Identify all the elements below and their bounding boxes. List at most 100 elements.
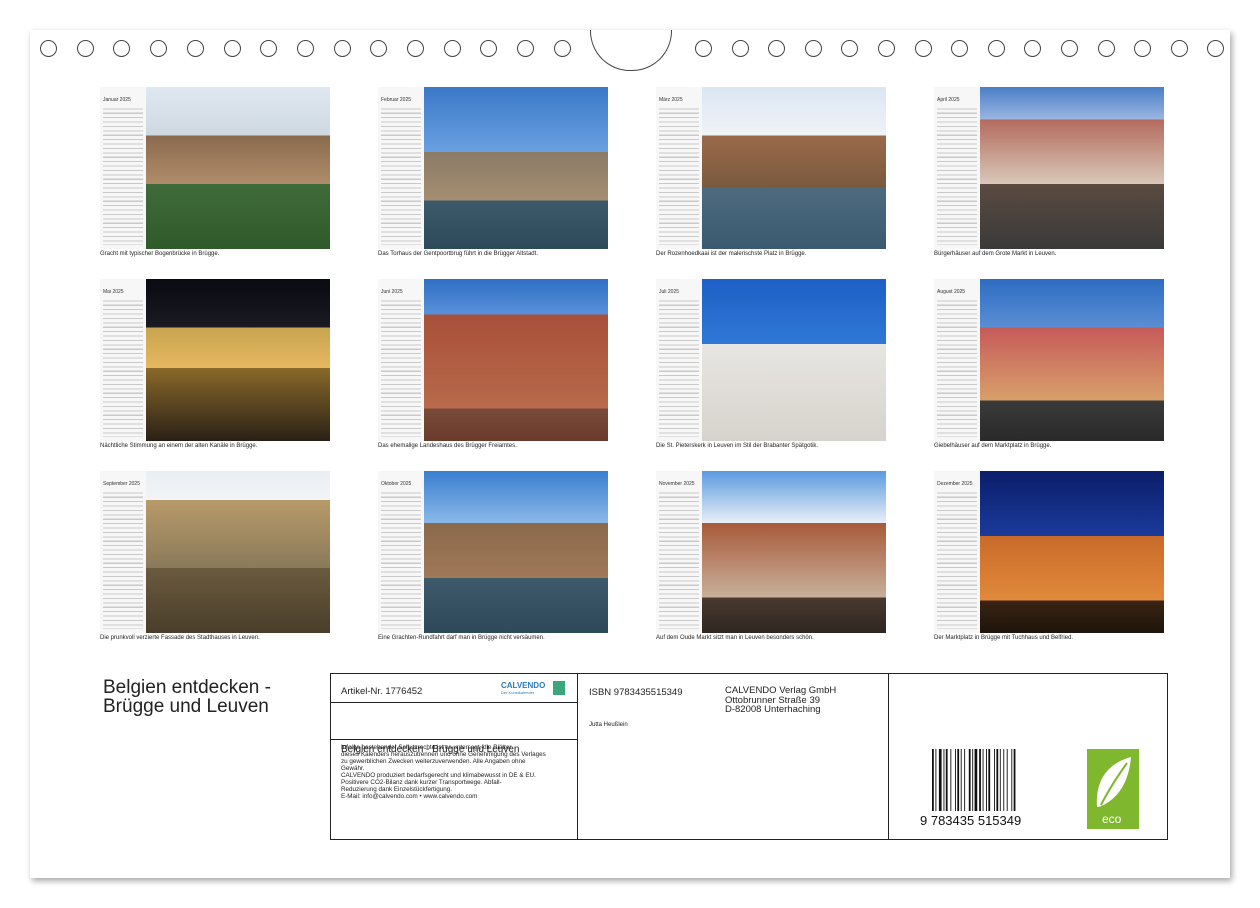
subtitle-row: Belgien entdecken - Brügge und Leuven [331,703,577,755]
barcode-bar [982,749,984,811]
month-label: Juli 2025 [659,289,680,295]
month-planner: Mai 2025 [100,279,146,441]
month-planner: November 2025 [656,471,702,633]
author-name: Jutta Heußlein [589,722,628,728]
imprint-left-column: Artikel-Nr. 1776452 CALVENDO Der Kunstka… [331,674,578,839]
binding-ring [695,40,712,57]
binding-ring [841,40,859,57]
barcode-bar [996,749,999,811]
month-label: Januar 2025 [103,97,131,103]
isbn-barcode: 9 783435 515349 [920,749,1021,827]
month-photo [980,471,1164,633]
month-photo [146,87,330,249]
imprint-box: Artikel-Nr. 1776452 CALVENDO Der Kunstka… [330,673,1168,840]
binding-ring [113,40,131,57]
photo-caption: Das Torhaus der Gentpoortbrug führt in d… [378,251,538,257]
barcode-bar [1013,749,1016,811]
binding-ring [260,40,278,57]
barcode-bar [974,749,978,811]
binding-ring [951,40,969,57]
legal-line: E-Mail: info@calvendo.com • www.calvendo… [341,793,478,800]
month-tile: Februar 2025 [378,87,608,249]
photo-caption: Eine Grachten-Rundfahrt darf man in Brüg… [378,635,545,641]
day-lines [103,297,143,437]
binding-ring [1207,40,1225,57]
month-tile: Juli 2025 [656,279,886,441]
legal-line: CALVENDO produziert bedarfsgerecht und k… [341,772,536,779]
month-planner: April 2025 [934,87,980,249]
binding-ring [76,40,94,57]
month-label: Oktober 2025 [381,481,412,487]
barcode-bar [945,749,948,811]
month-planner: März 2025 [656,87,702,249]
photo-caption: Gracht mit typischer Bogenbrücke in Brüg… [100,251,220,257]
calvendo-logo: CALVENDO [501,681,546,690]
binding-ring [443,40,461,57]
month-label: April 2025 [937,97,960,103]
photo-caption: Giebelhäuser auf dem Marktplatz in Brügg… [934,443,1052,449]
binding-ring [186,40,204,57]
month-photo [980,279,1164,441]
month-photo [702,279,886,441]
day-lines [381,297,421,437]
photo-caption: Nächtliche Stimmung an einem der alten K… [100,443,258,449]
imprint-right-column: 9 783435 515349 eco [890,674,1167,839]
month-planner: September 2025 [100,471,146,633]
article-row: Artikel-Nr. 1776452 CALVENDO Der Kunstka… [331,674,577,703]
month-photo [980,87,1164,249]
photo-caption: Der Marktplatz in Brügge mit Tuchhaus un… [934,635,1074,641]
day-lines [381,105,421,245]
month-label: Dezember 2025 [937,481,973,487]
month-photo [146,279,330,441]
day-lines [937,489,977,629]
month-photo [146,471,330,633]
legal-line: Reduzierung dank Einzelstückfertigung. [341,786,452,793]
publisher-address: CALVENDO Verlag GmbH Ottobrunner Straße 3… [725,686,836,715]
month-planner: Januar 2025 [100,87,146,249]
barcode-digits: 9 783435 515349 [920,813,1021,827]
month-tile: November 2025 [656,471,886,633]
photo-caption: Der Rozenhoedkaai ist der malerischste P… [656,251,807,257]
month-tile: August 2025 [934,279,1164,441]
binding-ring [804,40,822,57]
month-tile: März 2025 [656,87,886,249]
calendar-title: Belgien entdecken - Brügge und Leuven [103,678,271,716]
title-line-1: Belgien entdecken - [103,677,271,698]
photo-caption: Bürgerhäuser auf dem Grote Markt in Leuv… [934,251,1057,257]
barcode-bar [999,749,1001,811]
publisher-line: D-82008 Unterhaching [725,704,821,715]
binding-ring [370,40,388,57]
month-label: Juni 2025 [381,289,403,295]
calvendo-logo-mark [553,681,565,695]
day-lines [103,489,143,629]
hanger-notch [590,30,672,71]
month-planner: Dezember 2025 [934,471,980,633]
month-tile: September 2025 [100,471,330,633]
binding-ring [296,40,314,57]
title-line-2: Brügge und Leuven [103,696,269,717]
binding-ring [480,40,498,57]
binding-ring [914,40,932,57]
month-tile: April 2025 [934,87,1164,249]
binding-ring [768,40,786,57]
month-tile: Mai 2025 [100,279,330,441]
barcode-bar [988,749,991,811]
month-tile: Oktober 2025 [378,471,608,633]
eco-label: eco [1102,812,1122,826]
binding-ring [731,40,749,57]
month-tile: Juni 2025 [378,279,608,441]
barcode-bar [986,749,987,811]
binding-ring [1134,40,1152,57]
photo-caption: Das ehemalige Landeshaus des Brügger Fre… [378,443,517,449]
day-lines [937,105,977,245]
day-lines [659,105,699,245]
legal-line: Positivere CO2-Bilanz dank kurzer Transp… [341,779,502,786]
month-label: Februar 2025 [381,97,412,103]
barcode-bar [938,749,942,811]
isbn: ISBN 9783435515349 [589,687,683,698]
binding-ring [333,40,351,57]
day-lines [381,489,421,629]
photo-caption: Auf dem Oude Markt sitzt man in Leuven b… [656,635,814,641]
month-photo [702,87,886,249]
barcode-bar [1006,749,1008,811]
